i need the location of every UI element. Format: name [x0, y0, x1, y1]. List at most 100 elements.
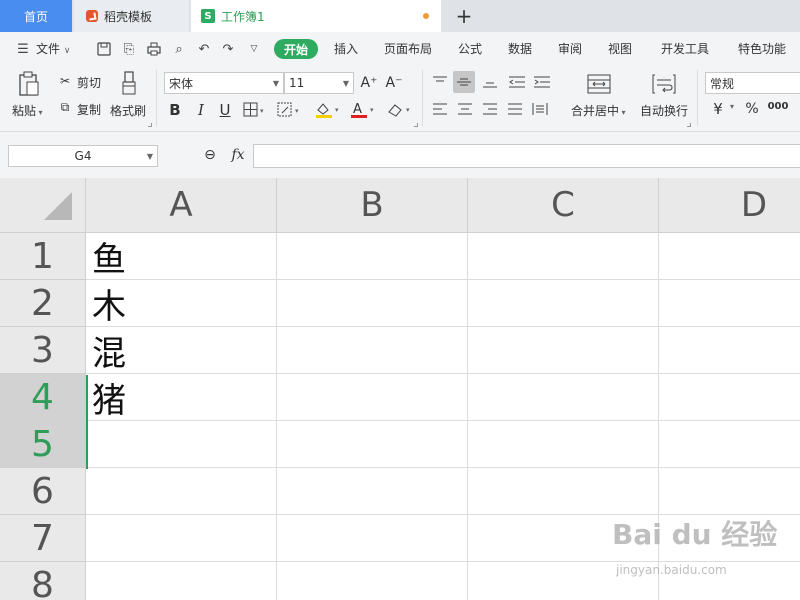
format-painter-button[interactable]: 格式刷 [110, 102, 146, 119]
decrease-font-icon[interactable]: A⁻ [385, 73, 403, 93]
alignment-launcher-icon[interactable] [687, 123, 691, 127]
wrap-text-icon[interactable] [651, 72, 677, 96]
column-header-c[interactable]: C [468, 178, 659, 233]
name-box[interactable]: G4 ▼ [8, 145, 158, 167]
cell-a6[interactable] [86, 468, 277, 515]
undo-icon[interactable]: ↶ [195, 40, 213, 58]
row-header-4[interactable]: 4 [0, 374, 86, 421]
menu-insert[interactable]: 插入 [334, 40, 358, 57]
table-cell[interactable] [277, 468, 468, 515]
formula-input[interactable] [253, 144, 800, 168]
fx-icon[interactable]: fx [228, 145, 248, 165]
currency-dropdown-icon[interactable]: ▾ [730, 102, 734, 111]
font-launcher-icon[interactable] [414, 123, 418, 127]
row-header-3[interactable]: 3 [0, 327, 86, 374]
merge-center-button[interactable]: 合并居中 ▾ [571, 102, 626, 119]
menu-data[interactable]: 数据 [508, 40, 532, 57]
table-cell[interactable] [468, 280, 659, 327]
justify-icon[interactable] [505, 99, 525, 119]
column-header-d[interactable]: D [659, 178, 800, 233]
clear-icon[interactable]: ▾ [386, 100, 414, 120]
menu-file[interactable]: 文件 ∨ [36, 40, 70, 57]
table-cell[interactable] [468, 327, 659, 374]
save-icon[interactable] [95, 40, 113, 58]
format-painter-icon[interactable] [118, 70, 140, 96]
quick-access-dropdown-icon[interactable]: ▽ [245, 40, 263, 58]
table-cell[interactable] [277, 421, 468, 468]
cell-a3[interactable]: 混 [86, 327, 277, 374]
row-header-8[interactable]: 8 [0, 562, 86, 600]
percent-icon[interactable]: % [742, 99, 762, 119]
decrease-indent-icon[interactable] [507, 72, 527, 92]
menu-review[interactable]: 审阅 [558, 40, 582, 57]
row-header-1[interactable]: 1 [0, 233, 86, 280]
increase-font-icon[interactable]: A⁺ [360, 73, 378, 93]
paste-icon[interactable] [16, 70, 42, 98]
fill-color-icon[interactable]: ▾ [314, 100, 342, 120]
cell-a5[interactable] [86, 421, 277, 468]
table-cell[interactable] [468, 468, 659, 515]
paste-button[interactable]: 粘贴 ▾ [12, 102, 43, 119]
menu-formulas[interactable]: 公式 [458, 40, 482, 57]
table-cell[interactable] [277, 515, 468, 562]
number-format-select[interactable]: 常规 [705, 72, 800, 94]
menu-page-layout[interactable]: 页面布局 [384, 40, 432, 57]
align-center-icon[interactable] [455, 99, 475, 119]
row-header-7[interactable]: 7 [0, 515, 86, 562]
distributed-icon[interactable] [530, 99, 550, 119]
new-tab-button[interactable]: + [452, 4, 476, 28]
table-cell[interactable] [468, 374, 659, 421]
select-all-button[interactable] [0, 178, 86, 233]
bold-icon[interactable]: B [166, 100, 184, 120]
row-header-5[interactable]: 5 [0, 421, 86, 468]
table-cell[interactable] [659, 327, 800, 374]
table-cell[interactable] [277, 233, 468, 280]
menu-special[interactable]: 特色功能 [738, 40, 786, 57]
cell-a8[interactable] [86, 562, 277, 600]
cell-a2[interactable]: 木 [86, 280, 277, 327]
cell-style-icon[interactable]: ▾ [277, 100, 303, 120]
copy-button[interactable]: 复制 [77, 101, 101, 118]
zoom-icon[interactable]: ⊖ [201, 146, 219, 164]
table-cell[interactable] [277, 280, 468, 327]
cut-button[interactable]: 剪切 [77, 74, 101, 91]
row-header-6[interactable]: 6 [0, 468, 86, 515]
table-cell[interactable] [659, 421, 800, 468]
column-header-b[interactable]: B [277, 178, 468, 233]
tab-home[interactable]: 首页 [0, 0, 72, 32]
merge-center-icon[interactable] [586, 72, 612, 96]
italic-icon[interactable]: I [192, 100, 210, 120]
font-size-select[interactable]: 11 ▼ [284, 72, 354, 94]
table-cell[interactable] [659, 374, 800, 421]
table-cell[interactable] [277, 327, 468, 374]
redo-icon[interactable]: ↷ [219, 40, 237, 58]
menu-view[interactable]: 视图 [608, 40, 632, 57]
underline-icon[interactable]: U [216, 100, 234, 120]
hamburger-icon[interactable]: ☰ [14, 40, 32, 58]
cell-a1[interactable]: 鱼 [86, 233, 277, 280]
align-top-icon[interactable] [430, 72, 450, 92]
tab-docer[interactable]: 稻壳模板 [74, 0, 189, 32]
currency-icon[interactable]: ¥ [708, 99, 728, 119]
wrap-text-button[interactable]: 自动换行 [640, 102, 688, 119]
align-bottom-icon[interactable] [480, 72, 500, 92]
table-cell[interactable] [468, 421, 659, 468]
table-cell[interactable] [659, 280, 800, 327]
print-preview-icon[interactable]: ⌕ [170, 40, 188, 58]
tab-workbook[interactable]: S 工作簿1 [191, 0, 441, 32]
table-cell[interactable] [277, 562, 468, 600]
table-cell[interactable] [277, 374, 468, 421]
thousands-icon[interactable]: 000 [766, 96, 790, 116]
table-cell[interactable] [468, 233, 659, 280]
table-cell[interactable] [659, 468, 800, 515]
menu-start[interactable]: 开始 [274, 39, 318, 59]
export-icon[interactable]: ⎘ [120, 40, 138, 58]
increase-indent-icon[interactable] [532, 72, 552, 92]
borders-icon[interactable]: ▾ [243, 100, 267, 120]
font-color-icon[interactable]: A ▾ [349, 100, 377, 120]
align-left-icon[interactable] [430, 99, 450, 119]
copy-icon[interactable]: ⧉ [56, 98, 74, 116]
column-header-a[interactable]: A [86, 178, 277, 233]
print-icon[interactable] [145, 40, 163, 58]
scissors-icon[interactable]: ✂ [56, 72, 74, 90]
